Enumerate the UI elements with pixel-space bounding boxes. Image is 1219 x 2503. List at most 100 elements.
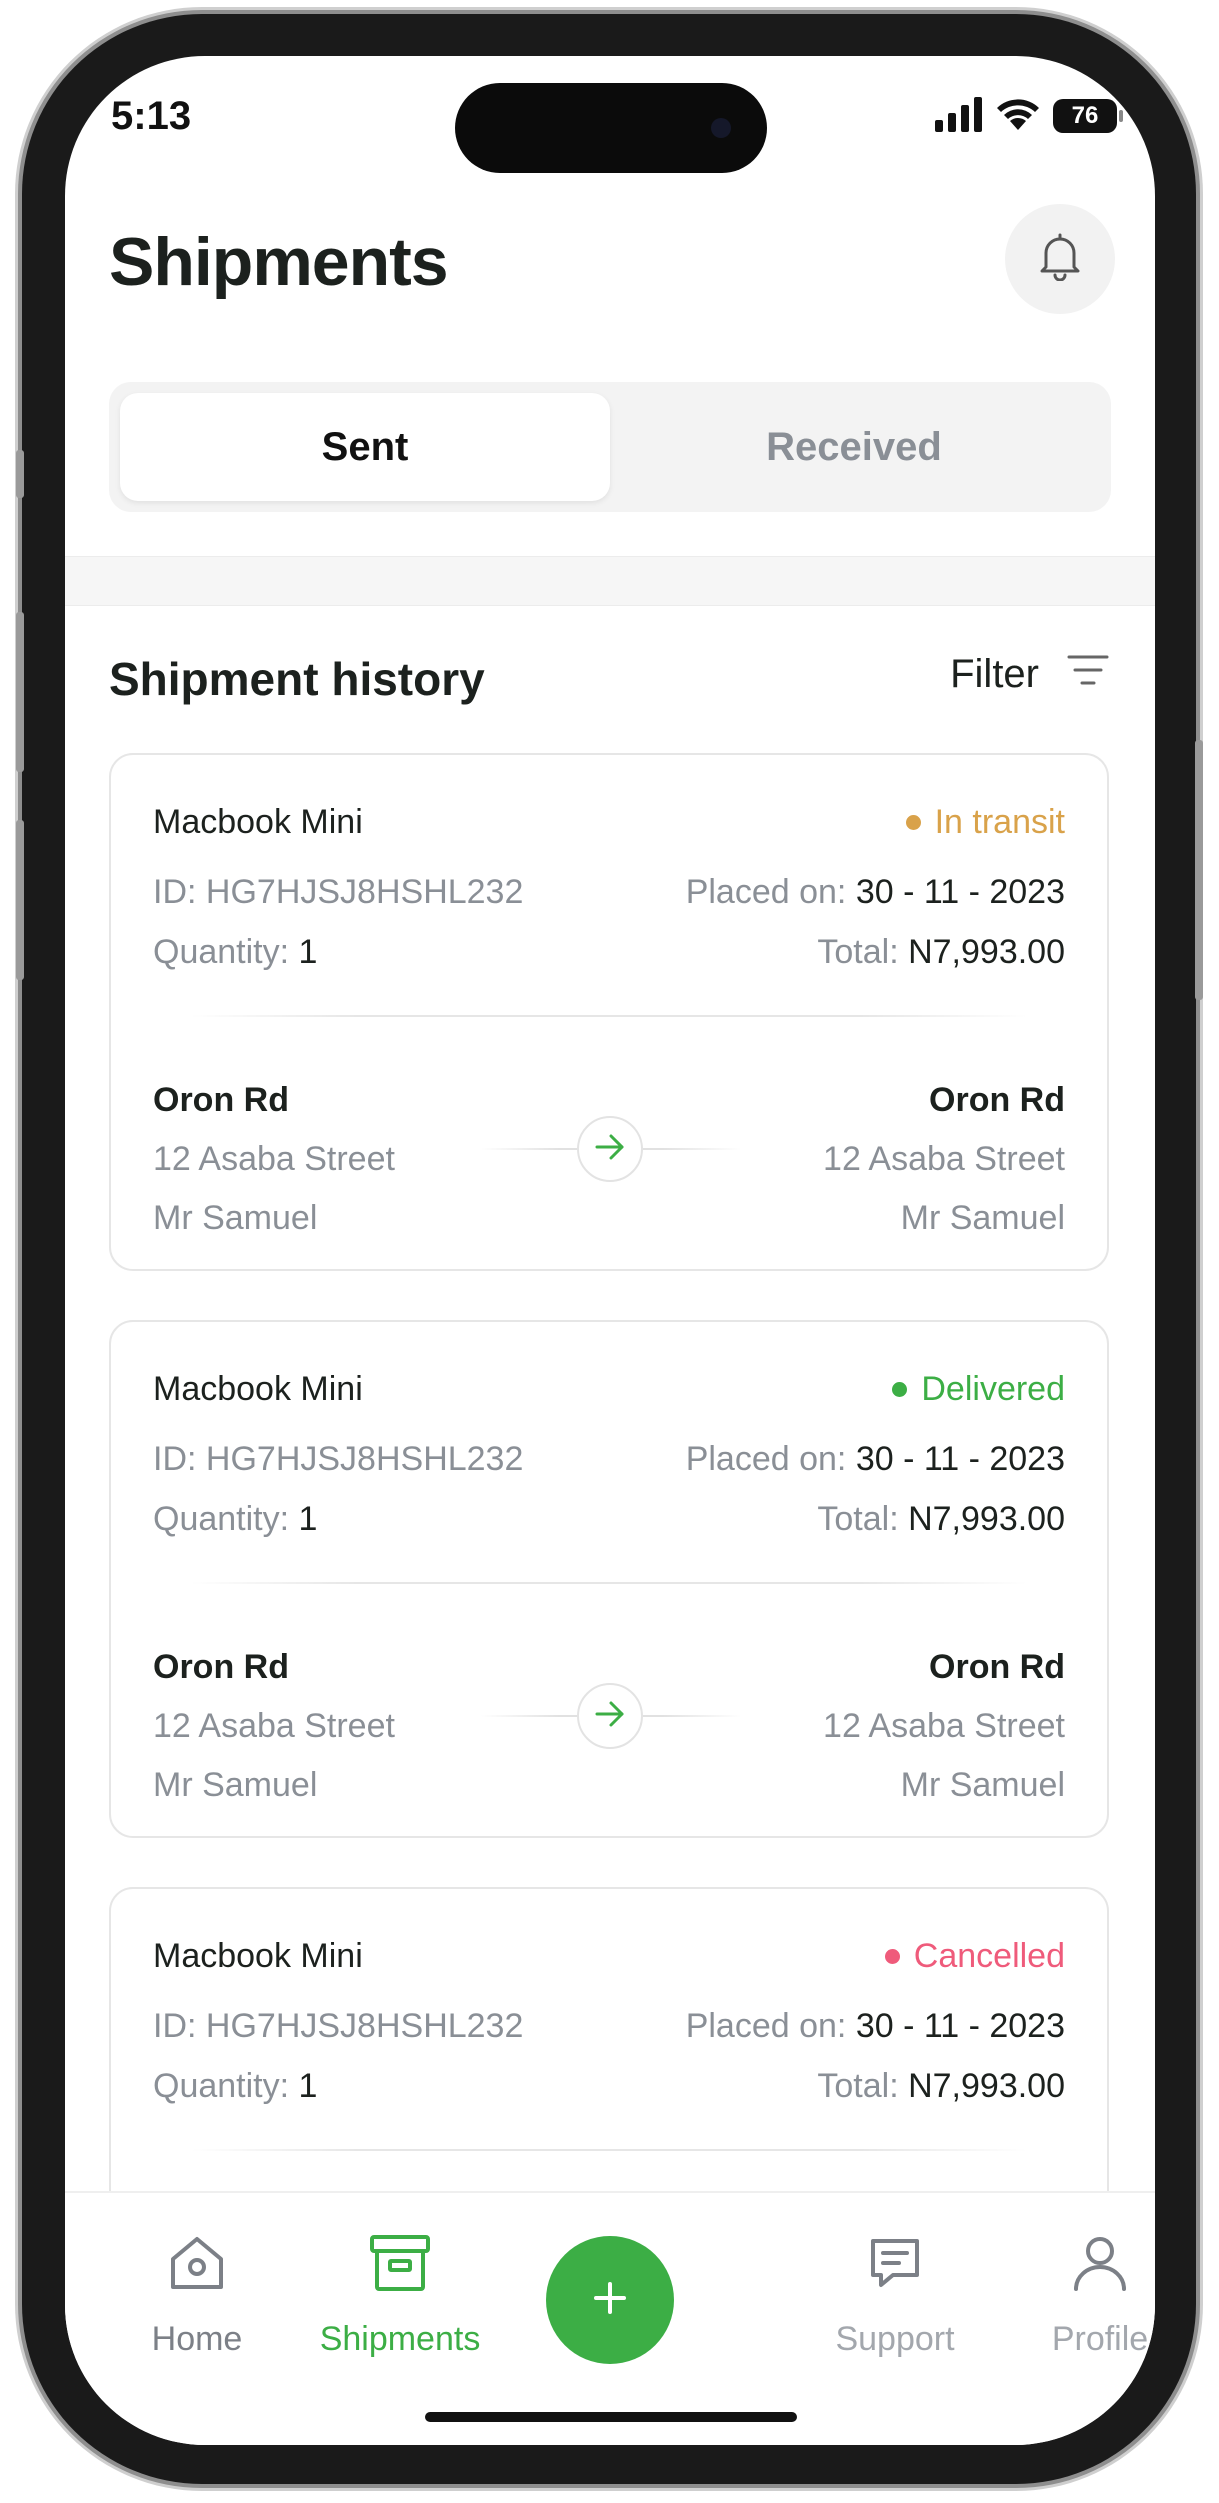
tab-received[interactable]: Received — [609, 393, 1099, 501]
origin-person: Mr Samuel — [153, 1766, 318, 1804]
filter-label: Filter — [950, 652, 1039, 696]
id-value: HG7HJSJ8HSHL232 — [205, 2007, 524, 2045]
route-destination: Oron Rd 12 Asaba Street Mr Samuel — [823, 1071, 1065, 1248]
status-label: Delivered — [921, 1370, 1065, 1408]
placed-date: 30 - 11 - 2023 — [855, 1440, 1065, 1478]
tab-sent[interactable]: Sent — [120, 393, 610, 501]
nav-label: Shipments — [319, 2320, 481, 2358]
placed-label: Placed on: — [685, 1440, 847, 1478]
box-icon — [368, 2233, 432, 2302]
total-label: Total: — [817, 2067, 899, 2105]
nav-label: Support — [835, 2320, 955, 2358]
nav-label: Home — [151, 2320, 243, 2358]
placed-on: Placed on: 30 - 11 - 2023 — [686, 2007, 1065, 2046]
card-divider — [191, 2149, 1027, 2151]
volume-down-button — [16, 820, 24, 980]
signal-icon — [933, 96, 983, 137]
filter-button[interactable]: Filter — [950, 652, 1109, 697]
placed-on: Placed on: 30 - 11 - 2023 — [686, 1440, 1065, 1479]
qty-value: 1 — [298, 2067, 318, 2105]
total-value: N7,993.00 — [908, 2067, 1065, 2105]
qty-value: 1 — [298, 933, 318, 971]
id-row: ID: HG7HJSJ8HSHL232 Placed on: 30 - 11 -… — [153, 2007, 1065, 2046]
total-label: Total: — [817, 933, 899, 971]
bottom-nav: Home Shipments Support Profile — [65, 2191, 1155, 2445]
qty-label: Quantity: — [153, 933, 290, 971]
chat-icon — [865, 2233, 925, 2302]
destination-street: 12 Asaba Street — [823, 1140, 1065, 1178]
nav-support[interactable]: Support — [815, 2233, 975, 2359]
id-row: ID: HG7HJSJ8HSHL232 Placed on: 30 - 11 -… — [153, 873, 1065, 912]
wifi-icon — [995, 96, 1041, 137]
origin-street: 12 Asaba Street — [153, 1707, 395, 1745]
route-arrow — [577, 1116, 643, 1182]
id-label: ID: — [153, 2007, 197, 2045]
status-dot — [905, 815, 921, 830]
power-button — [1195, 740, 1203, 1000]
shipment-history-title: Shipment history — [109, 653, 485, 705]
id-row: ID: HG7HJSJ8HSHL232 Placed on: 30 - 11 -… — [153, 1440, 1065, 1479]
status-badge: Delivered — [892, 1370, 1065, 1409]
quantity: Quantity: 1 — [153, 933, 317, 972]
silent-switch — [16, 450, 24, 498]
route-origin: Oron Rd 12 Asaba Street Mr Samuel — [153, 1638, 395, 1815]
shipment-item-name: Macbook Mini — [153, 1937, 363, 1975]
user-icon — [1070, 2233, 1130, 2302]
add-shipment-button[interactable] — [546, 2236, 674, 2364]
quantity: Quantity: 1 — [153, 1500, 317, 1539]
total-value: N7,993.00 — [908, 1500, 1065, 1538]
placed-date: 30 - 11 - 2023 — [855, 2007, 1065, 2045]
sent-received-toggle: Sent Received — [109, 382, 1111, 512]
quantity: Quantity: 1 — [153, 2067, 317, 2106]
destination-person: Mr Samuel — [900, 1766, 1065, 1804]
dynamic-island — [455, 83, 767, 173]
destination-name: Oron Rd — [929, 1648, 1065, 1686]
card-divider — [191, 1582, 1027, 1584]
shipment-card[interactable]: Macbook Mini Delivered ID: HG7HJSJ8HSHL2… — [109, 1320, 1109, 1838]
status-time: 5:13 — [111, 94, 192, 138]
placed-label: Placed on: — [685, 873, 847, 911]
home-icon — [167, 2233, 227, 2302]
placed-date: 30 - 11 - 2023 — [855, 873, 1065, 911]
nav-shipments[interactable]: Shipments — [320, 2233, 480, 2359]
total-label: Total: — [817, 1500, 899, 1538]
nav-label: Profile — [1051, 2320, 1149, 2358]
notifications-button[interactable] — [1005, 204, 1115, 314]
nav-profile[interactable]: Profile — [1020, 2233, 1155, 2359]
shipment-card[interactable]: Macbook Mini In transit ID: HG7HJSJ8HSHL… — [109, 753, 1109, 1271]
status-badge: In transit — [905, 803, 1065, 842]
arrow-right-icon — [594, 1700, 626, 1733]
volume-up-button — [16, 612, 24, 772]
section-divider — [65, 556, 1155, 606]
status-dot — [892, 1382, 908, 1397]
status-bar: 5:13 76 — [65, 56, 1155, 176]
qty-label: Quantity: — [153, 1500, 290, 1538]
route-arrow — [577, 1683, 643, 1749]
origin-street: 12 Asaba Street — [153, 1140, 395, 1178]
origin-name: Oron Rd — [153, 1648, 289, 1686]
page-title: Shipments — [109, 224, 449, 300]
route-origin: Oron Rd 12 Asaba Street Mr Samuel — [153, 1071, 395, 1248]
destination-street: 12 Asaba Street — [823, 1707, 1065, 1745]
qty-value: 1 — [298, 1500, 318, 1538]
total-value: N7,993.00 — [908, 933, 1065, 971]
card-divider — [191, 1015, 1027, 1017]
status-label: Cancelled — [913, 1937, 1065, 1975]
total: Total: N7,993.00 — [817, 933, 1065, 972]
destination-person: Mr Samuel — [900, 1199, 1065, 1237]
status-label: In transit — [934, 803, 1065, 841]
plus-icon — [592, 2280, 628, 2321]
arrow-right-icon — [594, 1133, 626, 1166]
total: Total: N7,993.00 — [817, 1500, 1065, 1539]
id-value: HG7HJSJ8HSHL232 — [205, 1440, 524, 1478]
shipment-id: ID: HG7HJSJ8HSHL232 — [153, 1440, 523, 1479]
shipment-id: ID: HG7HJSJ8HSHL232 — [153, 2007, 523, 2046]
total: Total: N7,993.00 — [817, 2067, 1065, 2106]
qty-row: Quantity: 1 Total: N7,993.00 — [153, 2067, 1065, 2106]
route-destination: Oron Rd 12 Asaba Street Mr Samuel — [823, 1638, 1065, 1815]
origin-name: Oron Rd — [153, 1081, 289, 1119]
nav-home[interactable]: Home — [117, 2233, 277, 2359]
qty-row: Quantity: 1 Total: N7,993.00 — [153, 933, 1065, 972]
qty-label: Quantity: — [153, 2067, 290, 2105]
battery-indicator: 76 — [1053, 99, 1123, 133]
